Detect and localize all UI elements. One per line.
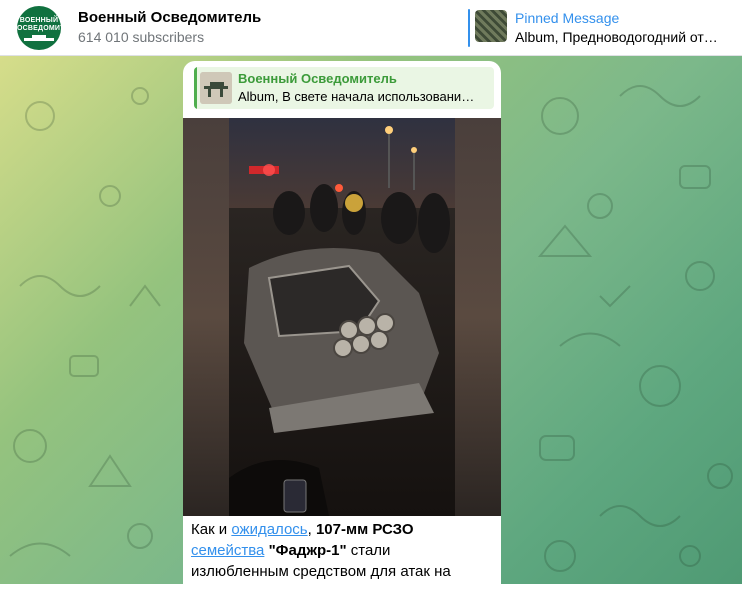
avatar-logo-text: ВОЕННЫЙОСВЕДОМИТЕЛЬ — [17, 17, 61, 32]
message-text-part: Как и — [191, 521, 232, 538]
pinned-message-text[interactable]: Album, Предноводогодний отче… — [515, 29, 720, 45]
rocket-launcher-icon — [200, 72, 232, 104]
channel-header: ВОЕННЫЙОСВЕДОМИТЕЛЬ Военный Осведомитель… — [0, 0, 742, 56]
pinned-indicator — [468, 9, 470, 47]
bold-fajr-name: "Фаджр-1" — [268, 542, 347, 559]
channel-avatar[interactable]: ВОЕННЫЙОСВЕДОМИТЕЛЬ — [17, 6, 61, 50]
message-text-part: , — [307, 521, 316, 538]
message-text: Как и ожидалось, 107-мм РСЗО семейства "… — [191, 519, 491, 582]
video-frame[interactable] — [229, 118, 455, 516]
bold-mlrs-caliber: 107-мм РСЗО — [315, 521, 414, 538]
reply-accent-bar — [194, 67, 197, 109]
rocket-launcher-icon — [24, 35, 54, 41]
link-expected[interactable]: ожидалось — [231, 521, 307, 538]
reply-author: Военный Осведомитель — [238, 71, 397, 86]
channel-title[interactable]: Военный Осведомитель — [78, 9, 261, 26]
subscriber-count: 614 010 subscribers — [78, 29, 205, 45]
pinned-message-title[interactable]: Pinned Message — [515, 10, 619, 26]
forwarded-reply[interactable]: Военный Осведомитель Album, В свете нача… — [194, 67, 494, 109]
reply-thumbnail — [200, 72, 232, 104]
pinned-thumbnail[interactable] — [475, 10, 507, 42]
link-family[interactable]: семейства — [191, 542, 264, 559]
video-media[interactable] — [183, 118, 501, 516]
burned-car-scene — [229, 118, 455, 516]
reply-text: Album, В свете начала использовани… — [238, 89, 475, 104]
